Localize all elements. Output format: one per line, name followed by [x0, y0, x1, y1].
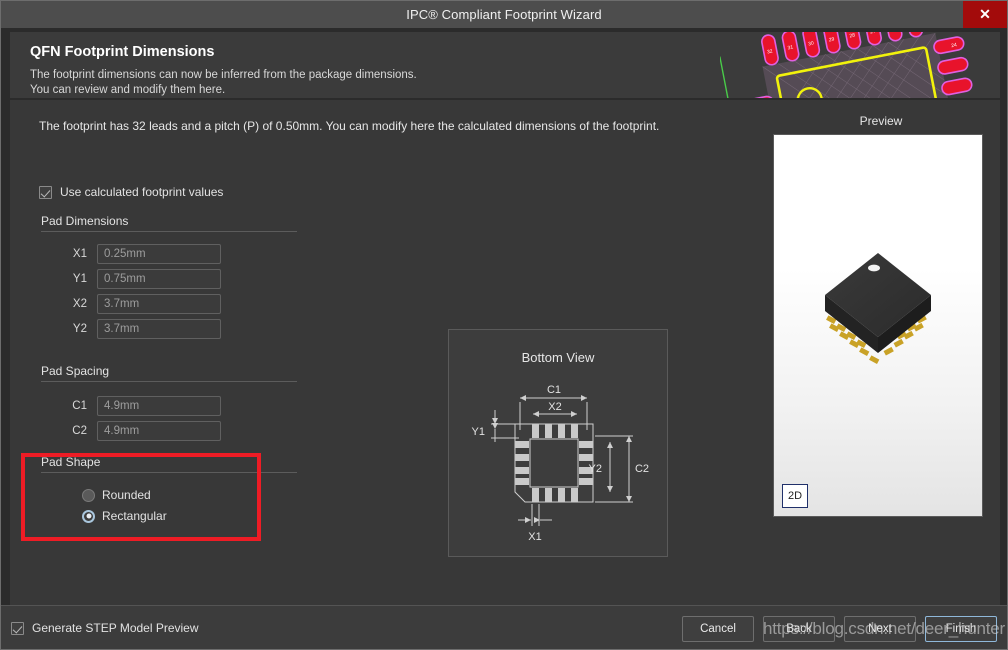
pad-spacing-title: Pad Spacing [41, 364, 110, 378]
bottom-view-diagram: Bottom View C1 X2 Y1 C2 Y2 X1 [448, 329, 668, 557]
preview-label: Preview [859, 114, 903, 128]
chip-3d-render [825, 253, 931, 364]
radio-rounded-label: Rounded [102, 488, 151, 502]
wizard-window: IPC® Compliant Footprint Wizard ✕ QFN Fo… [0, 0, 1008, 650]
pad-spacing-section-header: Pad Spacing [41, 364, 297, 382]
page-title: QFN Footprint Dimensions [30, 44, 215, 60]
x2-label: X2 [72, 298, 87, 310]
generate-step-model-label: Generate STEP Model Preview [32, 621, 199, 635]
radio-pad-shape-rectangular[interactable]: Rectangular [82, 509, 167, 523]
footer-bar: Generate STEP Model Preview Cancel Back … [1, 605, 1007, 649]
generate-step-model-checkbox[interactable]: Generate STEP Model Preview [11, 621, 199, 635]
diagram-label-c2: C2 [635, 463, 649, 475]
field-row-c1: C1 [41, 396, 221, 416]
y2-label: Y2 [72, 323, 87, 335]
field-row-c2: C2 [41, 421, 221, 441]
diagram-label-x2: X2 [548, 401, 561, 413]
checkmark-icon [11, 621, 24, 635]
pad-dimensions-title: Pad Dimensions [41, 214, 129, 228]
header-banner: QFN Footprint Dimensions The footprint d… [10, 32, 1000, 98]
y1-label: Y1 [72, 273, 87, 285]
view-mode-2d-button[interactable]: 2D [782, 484, 808, 508]
section-divider [41, 472, 297, 473]
diagram-label-x1: X1 [528, 531, 541, 543]
page-subtitle-line2: You can review and modify them here. [30, 84, 226, 96]
use-calculated-values-label: Use calculated footprint values [60, 185, 224, 199]
c2-label: C2 [72, 425, 87, 437]
wizard-body: The footprint has 32 leads and a pitch (… [10, 100, 1000, 605]
close-icon[interactable]: ✕ [963, 1, 1007, 28]
c1-label: C1 [72, 400, 87, 412]
x1-label: X1 [72, 248, 87, 260]
pad-dimensions-section-header: Pad Dimensions [41, 214, 297, 232]
window-title: IPC® Compliant Footprint Wizard [406, 7, 602, 22]
y2-input[interactable] [97, 319, 221, 339]
cancel-button[interactable]: Cancel [682, 616, 754, 642]
bottom-view-svg: Bottom View C1 X2 Y1 C2 Y2 X1 [472, 350, 650, 543]
field-row-y1: Y1 [41, 269, 221, 289]
finish-button[interactable]: Finish [925, 616, 997, 642]
use-calculated-values-checkbox[interactable]: Use calculated footprint values [39, 185, 223, 199]
pad-shape-section-header: Pad Shape [41, 455, 297, 473]
diagram-label-c1: C1 [547, 384, 561, 396]
back-button[interactable]: Back [763, 616, 835, 642]
diagram-title-text: Bottom View [522, 350, 595, 365]
radio-selected-icon [82, 509, 95, 523]
field-row-y2: Y2 [41, 319, 221, 339]
c2-input[interactable] [97, 421, 221, 441]
next-button[interactable]: Next [844, 616, 916, 642]
diagram-label-y1: Y1 [472, 426, 485, 438]
footprint-artwork: 323130 292827 2625 24 1 [720, 32, 1000, 98]
x1-input[interactable] [97, 244, 221, 264]
c1-input[interactable] [97, 396, 221, 416]
field-row-x1: X1 [41, 244, 221, 264]
checkmark-icon [39, 185, 52, 199]
diagram-label-y2: Y2 [589, 463, 602, 475]
section-divider [41, 231, 297, 232]
x2-input[interactable] [97, 294, 221, 314]
preview-canvas[interactable]: 2D [773, 134, 983, 517]
field-row-x2: X2 [41, 294, 221, 314]
section-divider [41, 381, 297, 382]
intro-text: The footprint has 32 leads and a pitch (… [39, 119, 660, 133]
radio-unselected-icon [82, 488, 95, 502]
y1-input[interactable] [97, 269, 221, 289]
radio-pad-shape-rounded[interactable]: Rounded [82, 488, 151, 502]
page-subtitle-line1: The footprint dimensions can now be infe… [30, 69, 417, 81]
title-bar: IPC® Compliant Footprint Wizard ✕ [1, 1, 1007, 28]
page-subtitle: The footprint dimensions can now be infe… [30, 68, 417, 98]
radio-rectangular-label: Rectangular [102, 509, 167, 523]
pad-shape-title: Pad Shape [41, 455, 101, 469]
